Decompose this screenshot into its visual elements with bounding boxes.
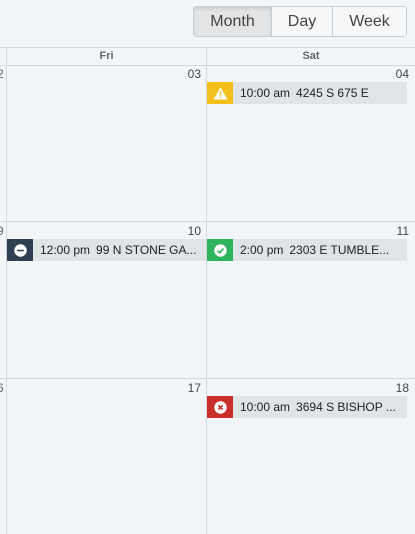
warning-icon	[207, 82, 233, 104]
event-label: 10:00 am 4245 S 675 E	[233, 86, 375, 100]
event-label: 2:00 pm 2303 E TUMBLE...	[233, 243, 395, 257]
month-grid: Fri Sat 2 03 04 10:00 am 4245 S 675 E 9 1…	[0, 47, 415, 534]
month-view-button[interactable]: Month	[194, 7, 272, 36]
week-row: 6 17 18 10:00 am 3694 S BISHOP ...	[0, 379, 415, 534]
day-number[interactable]: 17	[188, 381, 201, 395]
day-number[interactable]: 2	[0, 67, 4, 81]
calendar-event[interactable]: 10:00 am 4245 S 675 E	[207, 82, 407, 104]
day-number[interactable]: 03	[188, 67, 201, 81]
day-view-button[interactable]: Day	[272, 7, 333, 36]
event-title: 2303 E TUMBLE...	[289, 243, 390, 257]
day-number[interactable]: 6	[0, 381, 4, 395]
calendar-view: Month Day Week Fri Sat 2 03 04 10:00 am 4…	[0, 0, 415, 534]
weekday-header-row: Fri Sat	[0, 48, 415, 66]
day-number[interactable]: 18	[396, 381, 409, 395]
day-number[interactable]: 11	[397, 224, 409, 238]
view-switcher: Month Day Week	[193, 6, 407, 37]
day-number[interactable]: 10	[188, 224, 201, 238]
week-row: 9 10 11 12:00 pm 99 N STONE GA... 2:00 pm…	[0, 222, 415, 379]
event-time: 2:00 pm	[240, 243, 284, 257]
event-title: 3694 S BISHOP ...	[296, 400, 396, 414]
event-time: 12:00 pm	[40, 243, 91, 257]
day-number[interactable]: 04	[396, 67, 409, 81]
calendar-event[interactable]: 10:00 am 3694 S BISHOP ...	[207, 396, 407, 418]
week-row: 2 03 04 10:00 am 4245 S 675 E	[0, 65, 415, 222]
day-number[interactable]: 9	[0, 224, 4, 238]
check-circle-icon	[207, 239, 233, 261]
minus-circle-icon	[7, 239, 33, 261]
event-title: 4245 S 675 E	[296, 86, 369, 100]
event-label: 12:00 pm 99 N STONE GA...	[33, 243, 203, 257]
event-time: 10:00 am	[240, 86, 291, 100]
calendar-event[interactable]: 12:00 pm 99 N STONE GA...	[7, 239, 206, 261]
weekday-header-sat: Sat	[302, 50, 320, 62]
event-title: 99 N STONE GA...	[96, 243, 197, 257]
calendar-event[interactable]: 2:00 pm 2303 E TUMBLE...	[207, 239, 407, 261]
event-time: 10:00 am	[240, 400, 291, 414]
week-view-button[interactable]: Week	[333, 7, 406, 36]
event-label: 10:00 am 3694 S BISHOP ...	[233, 400, 402, 414]
x-circle-icon	[207, 396, 233, 418]
weekday-header-fri: Fri	[99, 50, 114, 62]
